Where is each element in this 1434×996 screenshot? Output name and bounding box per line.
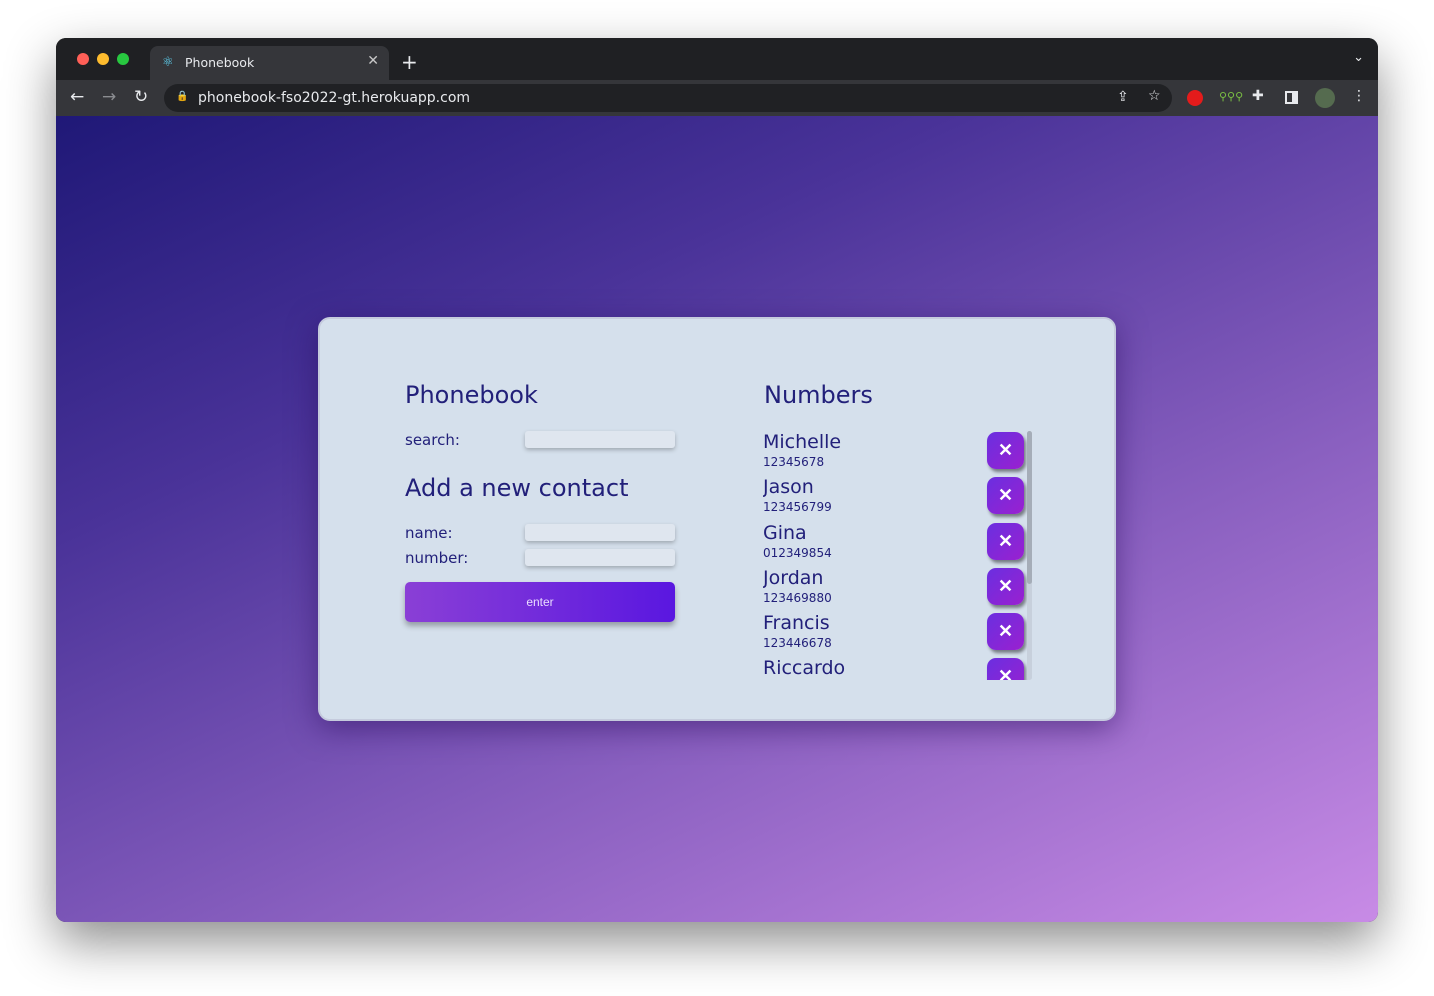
scrollbar-thumb[interactable] <box>1027 431 1032 584</box>
enter-button[interactable]: enter <box>405 582 675 622</box>
toolbar: ← → ↻ 🔒 phonebook-fso2022-gt.herokuapp.c… <box>56 80 1378 116</box>
contact-list: Michelle 12345678 ✕ Jason 123456799 ✕ Gina 0123… <box>763 431 1033 680</box>
contact-number: 123469880 <box>763 590 832 605</box>
lock-icon: 🔒 <box>176 91 189 102</box>
delete-contact-button[interactable]: ✕ <box>987 522 1024 560</box>
page-content: Phonebook search: Add a new contact name… <box>56 116 1378 922</box>
extension-icon[interactable]: ⚲⚲⚲ <box>1219 90 1243 103</box>
search-input[interactable] <box>525 431 675 448</box>
contact-name: Francis <box>763 612 830 635</box>
tab-title: Phonebook <box>185 55 255 70</box>
contact-item: Michelle 12345678 ✕ <box>763 431 1033 476</box>
contact-number: 123456799 <box>763 500 832 515</box>
page-title: Phonebook <box>405 381 538 409</box>
add-contact-heading: Add a new contact <box>405 474 629 502</box>
back-icon[interactable]: ← <box>70 87 84 107</box>
number-input[interactable] <box>525 549 675 566</box>
phonebook-card: Phonebook search: Add a new contact name… <box>318 317 1116 721</box>
name-label: name: <box>405 524 453 542</box>
contact-item: Jordan 123469880 ✕ <box>763 567 1033 612</box>
contact-item: Gina 012349854 ✕ <box>763 522 1033 567</box>
minimize-window-button[interactable] <box>97 53 109 65</box>
adblock-extension-icon[interactable] <box>1187 90 1203 106</box>
contact-item: Jason 123456799 ✕ <box>763 476 1033 521</box>
address-bar[interactable]: 🔒 phonebook-fso2022-gt.herokuapp.com ⇪ ☆ <box>164 84 1172 112</box>
tab-bar: ⚛ Phonebook ✕ + ⌄ <box>56 38 1378 80</box>
react-icon: ⚛ <box>162 55 174 70</box>
profile-avatar[interactable] <box>1315 88 1335 108</box>
delete-contact-button[interactable]: ✕ <box>987 613 1024 651</box>
contact-name: Gina <box>763 521 807 544</box>
close-window-button[interactable] <box>77 53 89 65</box>
browser-window: ⚛ Phonebook ✕ + ⌄ ← → ↻ 🔒 phonebook-fso2… <box>56 38 1378 922</box>
share-icon[interactable]: ⇪ <box>1117 89 1129 105</box>
contact-name: Michelle <box>763 431 842 453</box>
bookmark-star-icon[interactable]: ☆ <box>1148 88 1161 104</box>
close-tab-icon[interactable]: ✕ <box>367 53 379 69</box>
delete-contact-button[interactable]: ✕ <box>987 477 1024 515</box>
url-text: phonebook-fso2022-gt.herokuapp.com <box>198 90 471 106</box>
contact-name: Jason <box>763 476 814 499</box>
contact-number: 12345678 <box>763 455 825 469</box>
contact-list-scrollbar[interactable] <box>1027 431 1032 680</box>
number-label: number: <box>405 549 469 567</box>
contact-item: Francis 123446678 ✕ <box>763 612 1033 657</box>
delete-contact-button[interactable]: ✕ <box>987 567 1024 605</box>
delete-contact-button[interactable]: ✕ <box>987 432 1024 469</box>
extensions-puzzle-icon[interactable]: ✚ <box>1252 88 1264 104</box>
contact-item: Riccardo ✕ <box>763 657 1033 680</box>
search-label: search: <box>405 431 460 449</box>
tab-phonebook[interactable]: ⚛ Phonebook ✕ <box>150 46 389 80</box>
forward-icon[interactable]: → <box>102 87 116 107</box>
contact-name: Riccardo <box>763 657 846 680</box>
contact-name: Jordan <box>763 566 824 589</box>
contact-number: 123446678 <box>763 636 832 651</box>
maximize-window-button[interactable] <box>117 53 129 65</box>
tab-search-chevron-icon[interactable]: ⌄ <box>1353 50 1364 65</box>
new-tab-button[interactable]: + <box>401 50 418 74</box>
menu-kebab-icon[interactable]: ⋮ <box>1352 88 1366 104</box>
side-panel-icon[interactable] <box>1285 91 1298 104</box>
numbers-heading: Numbers <box>764 381 873 409</box>
contact-number: 012349854 <box>763 545 832 560</box>
delete-contact-button[interactable]: ✕ <box>987 658 1024 680</box>
name-input[interactable] <box>525 524 675 541</box>
reload-icon[interactable]: ↻ <box>134 87 148 107</box>
